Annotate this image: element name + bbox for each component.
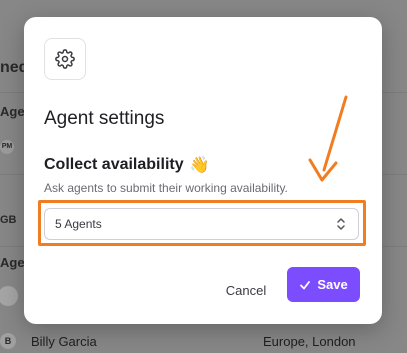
section-hint: Ask agents to submit their working avail… — [44, 181, 288, 195]
section-title: Collect availability 👋 — [44, 155, 210, 175]
waving-hand-icon: 👋 — [189, 157, 210, 174]
check-icon — [300, 280, 311, 289]
save-button-label: Save — [317, 277, 348, 292]
dialog-title: Agent settings — [44, 108, 165, 129]
table-cell-location: Europe, London — [263, 334, 356, 349]
avatar: B — [0, 333, 16, 349]
avatar: PM — [0, 140, 14, 154]
agent-settings-dialog: Agent settings Collect availability 👋 As… — [24, 17, 382, 324]
background-column-header: Age — [0, 104, 25, 119]
gear-icon — [55, 49, 75, 69]
cancel-button[interactable]: Cancel — [218, 273, 274, 307]
background-label: GB — [0, 214, 17, 226]
save-button[interactable]: Save — [287, 267, 360, 302]
settings-icon-box — [44, 38, 86, 80]
section-title-text: Collect availability — [44, 156, 184, 173]
table-cell-name: Billy Garcia — [31, 334, 97, 349]
avatar — [0, 286, 18, 306]
annotation-highlight-box — [38, 200, 366, 246]
background-column-header: Age — [0, 255, 25, 270]
